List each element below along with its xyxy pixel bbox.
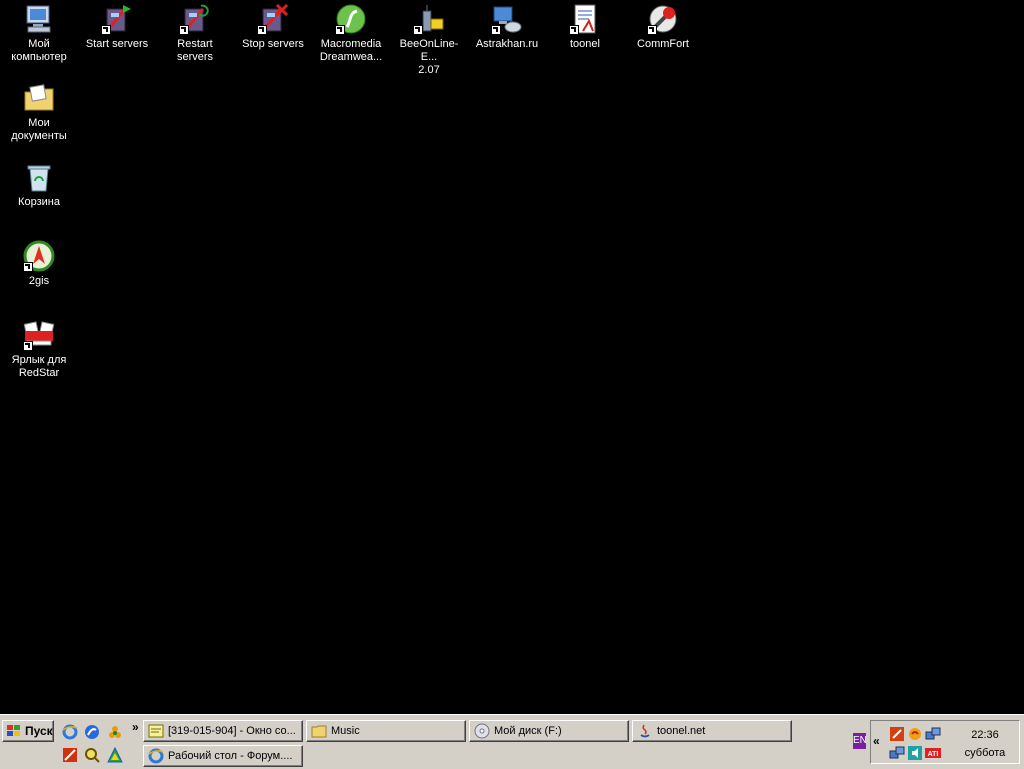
beeonline-icon <box>413 3 445 35</box>
shortcut-arrow-icon <box>491 25 501 35</box>
desktop-icon-label: 2gis <box>28 275 50 287</box>
internet-explorer-icon[interactable] <box>62 724 78 740</box>
task-button-forum[interactable]: Рабочий стол - Форум.... <box>143 745 303 767</box>
tray-network-2-icon[interactable] <box>889 745 905 761</box>
my-computer-icon <box>23 3 55 35</box>
desktop-icon-label: BeeOnLine-E... 2.07 <box>399 38 459 76</box>
desktop-icon-label: Ярлык для RedStar <box>11 354 67 379</box>
task-button-icq-window[interactable]: [319-015-904] - Окно со... <box>143 720 303 742</box>
recycle-bin-icon <box>23 161 55 193</box>
document-icon <box>569 3 601 35</box>
shortcut-arrow-icon <box>569 25 579 35</box>
desktop-icon-label: Astrakhan.ru <box>475 38 539 50</box>
desktop-icon-toonel[interactable]: toonel <box>546 2 624 51</box>
shortcut-arrow-icon <box>23 341 33 351</box>
2gis-icon <box>23 240 55 272</box>
desktop-icon-label: Мой компьютер <box>11 38 67 63</box>
app-red-icon[interactable] <box>62 747 78 763</box>
cd-drive-icon <box>474 723 490 739</box>
start-button[interactable]: Пуск <box>2 720 54 742</box>
tray-sound-icon[interactable] <box>907 745 923 761</box>
tray-network-icon[interactable] <box>925 726 941 742</box>
tray-icq-icon[interactable] <box>907 726 923 742</box>
desktop-icon-label: Корзина <box>18 196 60 208</box>
tray-app-red-icon[interactable] <box>889 726 905 742</box>
shortcut-arrow-icon <box>257 25 267 35</box>
shortcut-arrow-icon <box>335 25 345 35</box>
icq-icon[interactable] <box>107 724 123 740</box>
task-button-music[interactable]: Music <box>306 720 466 742</box>
language-indicator[interactable]: EN <box>853 733 866 749</box>
windows-logo-icon <box>7 725 20 736</box>
desktop-icon-label: CommFort <box>637 38 689 50</box>
chat-window-icon <box>148 724 164 738</box>
desktop-icon-restart-servers[interactable]: Restart servers <box>156 2 234 64</box>
clock-time[interactable]: 22:36 <box>955 729 1015 741</box>
start-label: Пуск <box>25 724 53 738</box>
server-start-icon <box>101 3 133 35</box>
desktop-icon-beeonline[interactable]: BeeOnLine-E... 2.07 <box>390 2 468 77</box>
desktop-icon-label: Start servers <box>85 38 149 50</box>
search-icon[interactable] <box>84 747 100 763</box>
svg-text:ATI: ATI <box>928 751 939 758</box>
desktop-icon-recycle-bin[interactable]: Корзина <box>0 160 78 209</box>
network-computer-icon <box>491 3 523 35</box>
desktop-icon-dreamweaver[interactable]: Macromedia Dreamwea... <box>312 2 390 64</box>
desktop-icon-stop-servers[interactable]: Stop servers <box>234 2 312 51</box>
desktop-icon-astrakhan[interactable]: Astrakhan.ru <box>468 2 546 51</box>
task-button-toonel[interactable]: toonel.net <box>632 720 792 742</box>
desktop-icon-label: Restart servers <box>176 38 214 63</box>
internet-explorer-icon <box>148 748 164 764</box>
server-restart-icon <box>179 3 211 35</box>
desktop-icon-label: Macromedia Dreamwea... <box>319 38 383 63</box>
task-label: Music <box>331 725 360 737</box>
commfort-icon <box>647 3 679 35</box>
desktop-icon-2gis[interactable]: 2gis <box>0 239 78 288</box>
task-button-my-disk[interactable]: Мой диск (F:) <box>469 720 629 742</box>
system-tray: ATI 22:36 суббота <box>870 720 1020 764</box>
triangle-app-icon[interactable] <box>107 747 123 763</box>
server-stop-icon <box>257 3 289 35</box>
tray-expand-button[interactable]: « <box>873 734 880 748</box>
folder-documents-icon <box>23 82 55 114</box>
desktop-icon-my-computer[interactable]: Мой компьютер <box>0 2 78 64</box>
desktop-icon-redstar[interactable]: Ярлык для RedStar <box>0 318 78 380</box>
task-label: toonel.net <box>657 725 706 737</box>
taskbar: Пуск » [319-015-904] - Окно со... Music … <box>0 714 1024 769</box>
shortcut-arrow-icon <box>413 25 423 35</box>
java-icon <box>640 724 650 738</box>
quick-launch-more-button[interactable]: » <box>132 720 139 734</box>
desktop-icon-commfort[interactable]: CommFort <box>624 2 702 51</box>
desktop-icon-my-documents[interactable]: Мои документы <box>0 81 78 143</box>
desktop-icon-label: Stop servers <box>242 38 304 50</box>
desktop-icon-label: toonel <box>570 38 600 50</box>
clock-day[interactable]: суббота <box>955 747 1015 759</box>
task-label: Мой диск (F:) <box>494 725 562 737</box>
folder-icon <box>311 725 327 738</box>
dreamweaver-icon <box>335 3 367 35</box>
desktop-icon-start-servers[interactable]: Start servers <box>78 2 156 51</box>
messenger-icon[interactable] <box>84 724 100 740</box>
desktop-icon-label: Мои документы <box>11 117 67 142</box>
tray-ati-icon[interactable]: ATI <box>925 745 941 761</box>
shortcut-arrow-icon <box>179 25 189 35</box>
shortcut-arrow-icon <box>647 25 657 35</box>
task-label: Рабочий стол - Форум.... <box>168 750 293 762</box>
redstar-icon <box>23 319 55 351</box>
shortcut-arrow-icon <box>23 262 33 272</box>
task-label: [319-015-904] - Окно со... <box>168 725 296 737</box>
shortcut-arrow-icon <box>101 25 111 35</box>
